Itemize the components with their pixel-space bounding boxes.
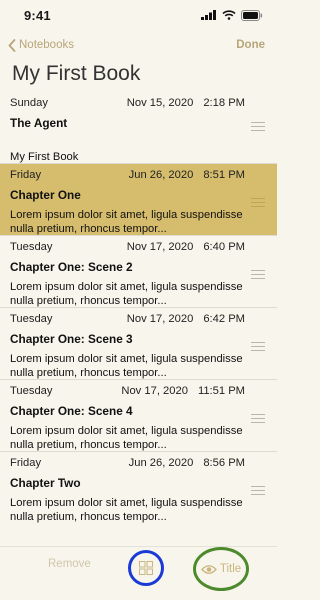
- row-snippet: Lorem ipsum dolor sit amet, ligula suspe…: [10, 497, 243, 523]
- row-day: Friday: [10, 457, 42, 469]
- list-item[interactable]: Tuesday Nov 17, 2020 11:51 PM Chapter One…: [0, 380, 277, 452]
- row-day: Tuesday: [10, 385, 53, 397]
- page-title: My First Book: [12, 62, 141, 85]
- done-button[interactable]: Done: [236, 39, 265, 51]
- row-time: 11:51 PM: [197, 385, 245, 397]
- row-time: 8:56 PM: [203, 457, 245, 469]
- row-date: Jun 26, 2020: [128, 169, 194, 181]
- row-time: 6:42 PM: [203, 313, 245, 325]
- row-time: 8:51 PM: [203, 169, 245, 181]
- list-item[interactable]: Friday Jun 26, 2020 8:56 PM Chapter Two L…: [0, 452, 277, 524]
- list-item[interactable]: Sunday Nov 15, 2020 2:18 PM The Agent My …: [0, 92, 277, 164]
- row-date: Nov 17, 2020: [121, 385, 188, 397]
- row-date: Nov 15, 2020: [126, 97, 194, 109]
- row-snippet: Lorem ipsum dolor sit amet, ligula suspe…: [10, 281, 243, 307]
- status-bar: 9:41: [0, 0, 277, 30]
- drag-handle-icon[interactable]: [251, 270, 265, 282]
- drag-handle-icon[interactable]: [251, 198, 265, 210]
- grid-icon: [139, 561, 153, 575]
- status-time: 9:41: [24, 7, 51, 23]
- back-button[interactable]: Notebooks: [8, 38, 74, 52]
- row-snippet: My First Book: [10, 151, 79, 163]
- list-item[interactable]: Friday Jun 26, 2020 8:51 PM Chapter One L…: [0, 164, 277, 236]
- back-label: Notebooks: [19, 39, 74, 51]
- row-day: Tuesday: [10, 241, 53, 253]
- eye-icon: [200, 564, 217, 574]
- cellular-icon: [201, 10, 216, 20]
- row-snippet: Lorem ipsum dolor sit amet, ligula suspe…: [10, 209, 243, 235]
- drag-handle-icon[interactable]: [251, 486, 265, 498]
- row-day: Sunday: [10, 97, 48, 109]
- bottom-toolbar: Remove Title: [0, 546, 277, 600]
- chapter-list: Sunday Nov 15, 2020 2:18 PM The Agent My …: [0, 92, 277, 524]
- row-snippet: Lorem ipsum dolor sit amet, ligula suspe…: [10, 425, 243, 451]
- title-label: Title: [219, 563, 242, 575]
- row-date: Nov 17, 2020: [126, 313, 194, 325]
- drag-handle-icon[interactable]: [251, 342, 265, 354]
- row-title: Chapter One: Scene 2: [10, 260, 133, 274]
- row-day: Tuesday: [10, 313, 53, 325]
- chevron-left-icon: [8, 38, 16, 52]
- row-title: The Agent: [10, 116, 68, 130]
- title-toggle-button[interactable]: Title: [193, 547, 249, 591]
- list-item[interactable]: Tuesday Nov 17, 2020 6:40 PM Chapter One:…: [0, 236, 277, 308]
- row-title: Chapter Two: [10, 476, 81, 490]
- row-title: Chapter One: Scene 3: [10, 332, 133, 346]
- nav-bar: Notebooks Done: [0, 34, 277, 56]
- status-icons: [201, 9, 263, 21]
- row-title: Chapter One: [10, 188, 81, 202]
- list-item[interactable]: Tuesday Nov 17, 2020 6:42 PM Chapter One:…: [0, 308, 277, 380]
- remove-button[interactable]: Remove: [48, 558, 91, 570]
- row-time: 2:18 PM: [203, 97, 245, 109]
- row-title: Chapter One: Scene 4: [10, 404, 133, 418]
- row-date: Nov 17, 2020: [126, 241, 194, 253]
- battery-icon: [241, 9, 263, 21]
- row-time: 6:40 PM: [203, 241, 245, 253]
- row-day: Friday: [10, 169, 42, 181]
- drag-handle-icon[interactable]: [251, 122, 265, 134]
- row-snippet: Lorem ipsum dolor sit amet, ligula suspe…: [10, 353, 243, 379]
- row-date: Jun 26, 2020: [128, 457, 194, 469]
- drag-handle-icon[interactable]: [251, 414, 265, 426]
- grid-view-button[interactable]: [128, 550, 164, 586]
- wifi-icon: [222, 10, 236, 20]
